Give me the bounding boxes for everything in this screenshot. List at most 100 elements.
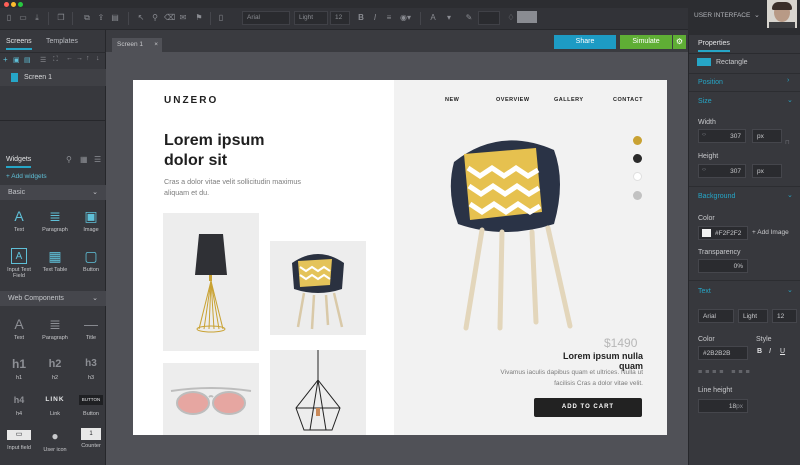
text-section[interactable]: Text <box>698 288 711 295</box>
chevron-down-icon[interactable]: ⌄ <box>754 11 760 19</box>
download-icon[interactable]: ⤓ <box>32 13 42 23</box>
folder-icon[interactable]: ▭ <box>18 13 28 23</box>
web-components-section-header[interactable]: Web Components ⌄ <box>0 291 106 306</box>
arrow-up-icon[interactable]: ↑ <box>86 55 90 62</box>
chevron-down-icon[interactable]: ⌄ <box>787 96 793 104</box>
widget-h2[interactable]: h2 h2 <box>38 356 72 381</box>
maximize-window-button[interactable] <box>18 2 23 7</box>
widget-text[interactable]: A Text <box>2 208 36 233</box>
avatar[interactable] <box>767 0 797 28</box>
arrow-right-icon[interactable]: → <box>76 55 83 62</box>
stroke-width-select[interactable] <box>478 11 500 25</box>
fill-drop-icon[interactable]: ♢ <box>506 13 516 23</box>
product-card-pendant[interactable] <box>270 350 366 435</box>
widget-button[interactable]: ▢ Button <box>74 248 108 273</box>
chevron-down-icon[interactable]: ⌄ <box>787 191 793 199</box>
size-section[interactable]: Size <box>698 98 712 105</box>
product-hero-panel[interactable]: NEW OVERVIEW GALLERY CONTACT $1490 Lorem… <box>394 80 667 435</box>
text-align-icons[interactable]: ≡≡≡≡ ≡≡≡ <box>698 369 753 376</box>
copy-icon[interactable]: ❐ <box>56 13 66 23</box>
widget-image[interactable]: ▣ Image <box>74 208 108 233</box>
italic-button[interactable]: I <box>769 348 771 355</box>
add-widgets-link[interactable]: + Add widgets <box>6 173 47 180</box>
simulate-button[interactable]: Simulate <box>620 35 672 49</box>
tab-widgets[interactable]: Widgets <box>6 156 32 168</box>
fit-icon[interactable]: ⛶ <box>53 56 58 64</box>
pen-icon[interactable]: ✎ <box>464 13 474 23</box>
arrow-left-icon[interactable]: ← <box>66 55 73 62</box>
list-style-icon[interactable]: ◉▾ <box>400 13 411 23</box>
device-icon[interactable]: ▯ <box>216 13 226 23</box>
arrow-down-icon[interactable]: ↓ <box>96 55 100 62</box>
fill-color-swatch[interactable] <box>517 11 537 23</box>
search-icon[interactable]: ⚲ <box>66 155 72 164</box>
site-logo[interactable]: UNZERO <box>164 95 218 106</box>
text-color-input[interactable]: #2B2B2B <box>698 346 748 360</box>
swatch-grey[interactable] <box>633 191 642 200</box>
artboard[interactable]: UNZERO Lorem ipsum dolor sit Cras a dolo… <box>133 80 667 435</box>
tab-properties[interactable]: Properties <box>698 40 730 52</box>
widget-input-text-field[interactable]: A Input Text Field <box>2 248 36 279</box>
user-interface-label[interactable]: USER INTERFACE <box>694 12 750 19</box>
folder-add-icon[interactable]: ▤ <box>24 56 31 64</box>
nav-gallery[interactable]: GALLERY <box>554 97 584 103</box>
line-height-input[interactable]: 18px <box>698 399 748 413</box>
layout-icon[interactable]: ▤ <box>110 13 120 23</box>
font-family-select[interactable]: Arial <box>242 11 290 25</box>
gear-icon[interactable]: ⚙ <box>673 35 686 49</box>
widget-web-button[interactable]: BUTTON Button <box>74 392 108 417</box>
widget-text-table[interactable]: ▦ Text Table <box>38 248 72 273</box>
underline-button[interactable]: U <box>780 348 785 355</box>
font-size-input[interactable]: 12 <box>330 11 350 25</box>
nav-contact[interactable]: CONTACT <box>613 97 643 103</box>
lock-icon[interactable]: ⊓ <box>785 139 790 146</box>
grid-view-icon[interactable]: ▦ <box>80 155 88 164</box>
align-icon[interactable]: ≡ <box>384 13 394 23</box>
widget-user-icon[interactable]: ● User icon <box>38 428 72 453</box>
product-card-chair[interactable] <box>270 241 366 335</box>
widget-input-field[interactable]: ▭ Input field <box>2 428 36 451</box>
zoom-icon[interactable]: ⚲ <box>150 13 160 23</box>
screen-list-item[interactable]: Screen 1 <box>0 69 106 86</box>
bold-button[interactable]: B <box>356 13 366 23</box>
widget-web-paragraph[interactable]: ≣ Paragraph <box>38 316 72 341</box>
tab-templates[interactable]: Templates <box>46 38 78 45</box>
add-screen-icon[interactable]: + <box>3 55 8 64</box>
close-window-button[interactable] <box>4 2 9 7</box>
text-size-select[interactable]: 12 <box>772 309 797 323</box>
pointer-icon[interactable]: ↖ <box>136 13 146 23</box>
stepper-icon[interactable]: ‹› <box>702 132 706 138</box>
text-font-select[interactable]: Arial <box>698 309 734 323</box>
italic-button[interactable]: I <box>370 13 380 23</box>
widget-h3[interactable]: h3 h3 <box>74 356 108 381</box>
minimize-window-button[interactable] <box>11 2 16 7</box>
screen-icon[interactable]: ⧉ <box>82 13 92 23</box>
widget-counter[interactable]: 1 Counter <box>74 428 108 449</box>
height-unit-select[interactable]: px <box>752 164 782 178</box>
chevron-down-icon[interactable]: ⌄ <box>787 286 793 294</box>
width-unit-select[interactable]: px <box>752 129 782 143</box>
bold-button[interactable]: B <box>757 348 762 355</box>
text-weight-select[interactable]: Light <box>738 309 768 323</box>
swatch-white[interactable] <box>633 172 642 181</box>
widget-link[interactable]: LINK Link <box>38 392 72 417</box>
transparency-input[interactable]: 0% <box>698 259 748 273</box>
bg-color-swatch[interactable] <box>702 229 711 237</box>
widget-h4[interactable]: h4 h4 <box>2 392 36 417</box>
nav-new[interactable]: NEW <box>445 97 459 103</box>
list-view-icon[interactable]: ☰ <box>40 56 46 64</box>
widget-web-title[interactable]: — Title <box>74 316 108 341</box>
tab-screens[interactable]: Screens <box>6 38 32 50</box>
product-card-sunglasses[interactable] <box>163 363 259 435</box>
export-icon[interactable]: ⇪ <box>96 13 106 23</box>
background-section[interactable]: Background <box>698 193 735 200</box>
new-file-icon[interactable]: ▯ <box>4 13 14 23</box>
widget-web-text[interactable]: A Text <box>2 316 36 341</box>
tab-screen-1[interactable]: Screen 1 × <box>112 38 162 52</box>
list-view-icon[interactable]: ☰ <box>94 155 101 164</box>
position-section[interactable]: Position <box>698 79 723 86</box>
image-screen-icon[interactable]: ▣ <box>13 56 20 64</box>
widget-h1[interactable]: h1 h1 <box>2 356 36 381</box>
close-tab-icon[interactable]: × <box>154 38 158 52</box>
nav-overview[interactable]: OVERVIEW <box>496 97 530 103</box>
